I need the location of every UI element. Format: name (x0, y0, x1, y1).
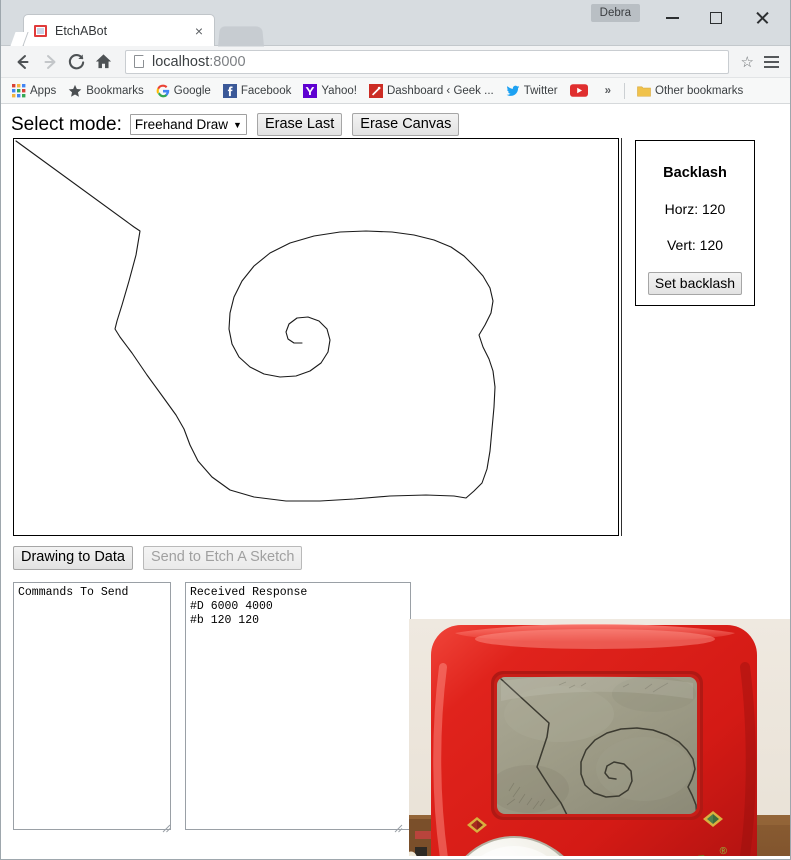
bookmark-yahoo[interactable]: Yahoo! (298, 82, 362, 100)
folder-icon (637, 85, 651, 97)
erase-last-button[interactable]: Erase Last (256, 112, 343, 137)
yahoo-icon (303, 83, 318, 98)
bookmark-label: Apps (30, 84, 57, 97)
bookmark-facebook[interactable]: Facebook (218, 82, 297, 100)
send-to-etch-a-sketch-button[interactable]: Send to Etch A Sketch (142, 546, 303, 570)
response-textarea-resize-handle[interactable] (393, 820, 403, 833)
youtube-icon (569, 84, 588, 97)
erase-canvas-button[interactable]: Erase Canvas (352, 112, 460, 137)
tab-close-icon[interactable]: × (190, 22, 208, 40)
page-content: Select mode: Freehand Draw ▼ Erase Last … (1, 104, 790, 856)
page-document-icon (134, 55, 144, 68)
window-close-button[interactable] (740, 4, 784, 32)
close-icon (755, 11, 769, 25)
received-response-textarea[interactable]: Received Response #D 6000 4000 #b 120 12… (185, 582, 411, 830)
drawing-to-data-button[interactable]: Drawing to Data (13, 546, 133, 570)
bookmark-bookmarks[interactable]: Bookmarks (63, 82, 149, 100)
twitter-icon (506, 85, 520, 96)
app-toolbar: Select mode: Freehand Draw ▼ Erase Last … (1, 104, 790, 138)
bookmark-star-icon[interactable]: ☆ (735, 53, 760, 71)
minimize-icon (665, 17, 679, 19)
forward-button[interactable] (36, 48, 63, 75)
backlash-vert-value: Vert: 120 (666, 237, 724, 253)
chrome-menu-icon[interactable] (760, 50, 782, 74)
select-mode-label: Select mode: (11, 113, 122, 135)
bookmarks-bar: Apps Bookmarks Google Facebook Yahoo! Da… (1, 78, 790, 104)
bookmark-label: Dashboard ‹ Geek ... (386, 84, 494, 97)
bookmark-label: Other bookmarks (655, 84, 744, 97)
bookmarks-overflow-button[interactable]: » (599, 83, 617, 99)
window-maximize-button[interactable] (694, 4, 738, 32)
tab-strip: EtchABot × Debra (1, 0, 790, 47)
reload-icon (68, 54, 85, 70)
other-bookmarks-folder[interactable]: Other bookmarks (632, 82, 748, 100)
etch-a-sketch-photo-svg: Etch A Sketch ® (409, 619, 790, 856)
mode-select-value: Freehand Draw (134, 117, 228, 132)
set-backlash-button[interactable]: Set backlash (647, 272, 743, 295)
commands-textarea-resize-handle[interactable] (161, 820, 171, 833)
browser-window: EtchABot × Debra localhost:8000 ☆ Apps B… (0, 0, 791, 860)
bookmark-dashboard[interactable]: Dashboard ‹ Geek ... (364, 82, 499, 100)
facebook-icon (222, 83, 237, 98)
bookmark-youtube[interactable] (565, 82, 597, 99)
back-button[interactable] (9, 48, 36, 75)
google-icon (156, 84, 169, 97)
bookmark-label: Yahoo! (321, 84, 357, 97)
action-button-row: Drawing to Data Send to Etch A Sketch (13, 546, 303, 570)
url-text: localhost:8000 (152, 53, 246, 70)
maximize-icon (710, 12, 722, 24)
profile-chip[interactable]: Debra (590, 4, 640, 22)
mode-select-dropdown[interactable]: Freehand Draw ▼ (129, 114, 247, 135)
backlash-panel: Backlash Horz: 120 Vert: 120 Set backlas… (635, 140, 755, 306)
svg-text:A: A (602, 853, 623, 856)
reload-button[interactable] (63, 48, 90, 75)
etch-a-sketch-photo: Etch A Sketch ® (409, 619, 790, 856)
home-button[interactable] (90, 48, 117, 75)
bookmark-apps[interactable]: Apps (7, 82, 61, 100)
bookmarks-separator (624, 82, 625, 99)
io-panels: Commands To Send Received Response #D 60… (13, 582, 411, 830)
bookmark-label: Google (173, 84, 211, 97)
forward-arrow-icon (44, 54, 55, 69)
bookmark-label: Bookmarks (86, 84, 144, 97)
backlash-title: Backlash (663, 165, 727, 181)
bookmark-google[interactable]: Google (151, 82, 216, 100)
drawing-canvas[interactable] (13, 138, 619, 536)
vertical-divider (621, 138, 622, 536)
drawing-canvas-svg (15, 140, 496, 502)
bookmark-twitter[interactable]: Twitter (501, 82, 563, 100)
tab-title: EtchABot (55, 23, 108, 38)
navigation-toolbar: localhost:8000 ☆ (1, 46, 790, 78)
chevron-down-icon: ▼ (233, 119, 242, 130)
window-minimize-button[interactable] (650, 4, 694, 32)
bookmark-label: Facebook (240, 84, 292, 97)
home-icon (95, 54, 112, 69)
back-arrow-icon (17, 54, 28, 69)
bookmark-label: Twitter (523, 84, 558, 97)
svg-text:®: ® (719, 846, 728, 856)
star-icon (68, 84, 82, 97)
apps-grid-icon (12, 83, 26, 97)
address-bar[interactable]: localhost:8000 (125, 49, 729, 74)
tab-etchabot[interactable]: EtchABot × (23, 14, 215, 46)
new-tab-button[interactable] (217, 26, 265, 47)
backlash-horz-value: Horz: 120 (664, 201, 726, 217)
wordpress-icon (368, 83, 383, 98)
tab-favicon-icon (34, 24, 47, 37)
commands-to-send-textarea[interactable]: Commands To Send (13, 582, 171, 830)
